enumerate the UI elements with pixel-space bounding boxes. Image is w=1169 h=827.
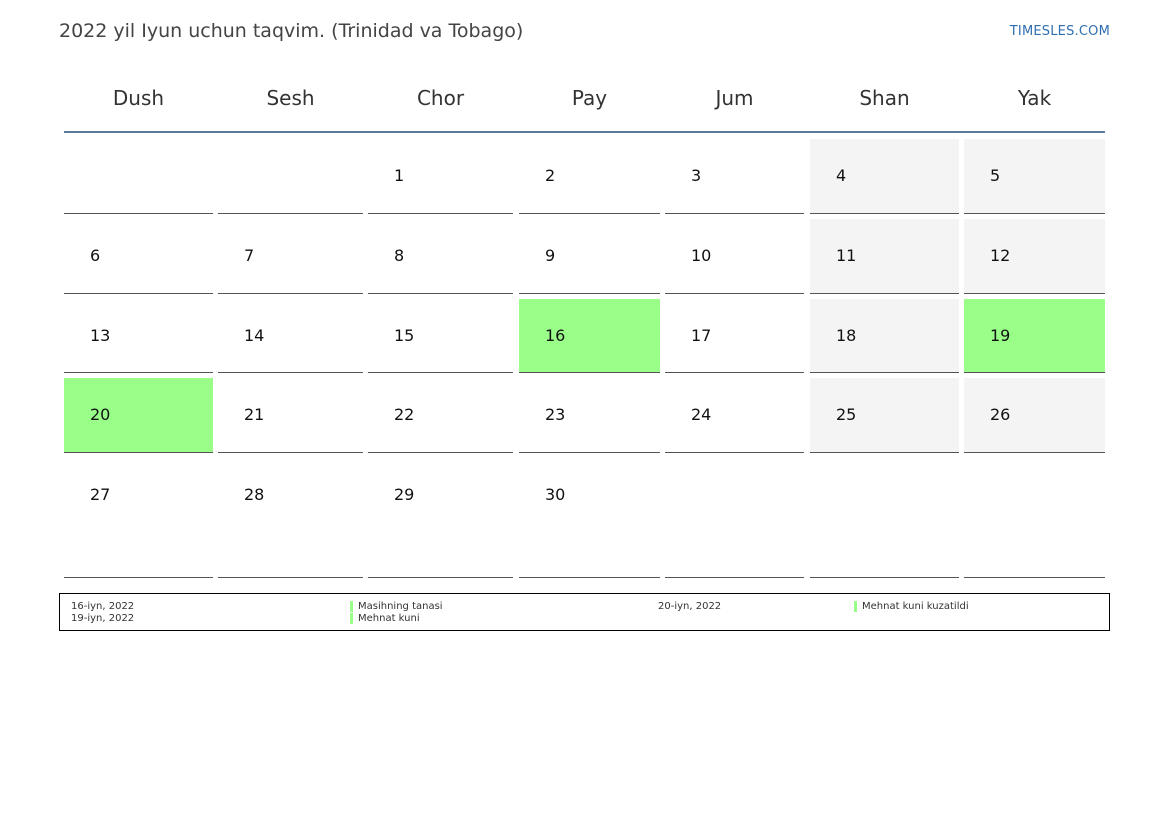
brand-link[interactable]: TIMESLES.COM bbox=[1010, 24, 1110, 39]
day-cell-2: 2 bbox=[519, 139, 660, 214]
day-number: 24 bbox=[691, 405, 712, 424]
day-number: 12 bbox=[990, 246, 1011, 265]
day-cell-30: 30 bbox=[519, 458, 660, 578]
weekday-yak: Yak bbox=[1017, 86, 1052, 110]
day-cell-27: 27 bbox=[64, 458, 213, 578]
legend-date: 19-iyn, 2022 bbox=[71, 613, 135, 624]
day-cell-4: 4 bbox=[810, 139, 959, 214]
day-cell-17: 17 bbox=[665, 299, 804, 373]
day-number: 27 bbox=[90, 485, 111, 504]
day-cell-22: 22 bbox=[368, 378, 513, 453]
day-number: 14 bbox=[244, 326, 265, 345]
day-cell-6: 6 bbox=[64, 219, 213, 294]
day-cell-29: 29 bbox=[368, 458, 513, 578]
day-number: 29 bbox=[394, 485, 415, 504]
day-cell-19: 19 bbox=[964, 299, 1105, 373]
day-cell-8: 8 bbox=[368, 219, 513, 294]
day-number: 22 bbox=[394, 405, 415, 424]
day-cell-3: 3 bbox=[665, 139, 804, 214]
legend-holiday-name: Mehnat kuni bbox=[350, 613, 420, 624]
day-cell-10: 10 bbox=[665, 219, 804, 294]
empty-day-cell bbox=[64, 139, 213, 214]
day-cell-26: 26 bbox=[964, 378, 1105, 453]
legend-date: 20-iyn, 2022 bbox=[658, 601, 722, 612]
day-number: 2 bbox=[545, 166, 556, 185]
day-number: 28 bbox=[244, 485, 265, 504]
day-cell-18: 18 bbox=[810, 299, 959, 373]
day-cell-16: 16 bbox=[519, 299, 660, 373]
day-number: 26 bbox=[990, 405, 1011, 424]
day-number: 19 bbox=[990, 326, 1011, 345]
weekday-jum: Jum bbox=[715, 86, 754, 110]
page-title: 2022 yil Iyun uchun taqvim. (Trinidad va… bbox=[59, 20, 524, 42]
empty-day-cell bbox=[964, 458, 1105, 578]
weekday-pay: Pay bbox=[571, 86, 608, 110]
day-number: 1 bbox=[394, 166, 405, 185]
day-cell-28: 28 bbox=[218, 458, 363, 578]
empty-day-cell bbox=[665, 458, 804, 578]
day-number: 18 bbox=[836, 326, 857, 345]
day-number: 15 bbox=[394, 326, 415, 345]
day-number: 20 bbox=[90, 405, 111, 424]
day-cell-12: 12 bbox=[964, 219, 1105, 294]
day-cell-14: 14 bbox=[218, 299, 363, 373]
day-number: 10 bbox=[691, 246, 712, 265]
day-number: 9 bbox=[545, 246, 556, 265]
weekday-sesh: Sesh bbox=[266, 86, 315, 110]
day-cell-20: 20 bbox=[64, 378, 213, 453]
day-cell-15: 15 bbox=[368, 299, 513, 373]
weekday-header: Dush Sesh Chor Pay Jum Shan Yak bbox=[64, 76, 1105, 120]
day-cell-21: 21 bbox=[218, 378, 363, 453]
header-divider bbox=[64, 131, 1105, 133]
day-cell-24: 24 bbox=[665, 378, 804, 453]
day-number: 8 bbox=[394, 246, 405, 265]
day-cell-7: 7 bbox=[218, 219, 363, 294]
day-cell-5: 5 bbox=[964, 139, 1105, 214]
day-number: 16 bbox=[545, 326, 566, 345]
legend-date: 16-iyn, 2022 bbox=[71, 601, 135, 612]
day-cell-25: 25 bbox=[810, 378, 959, 453]
day-number: 25 bbox=[836, 405, 857, 424]
day-cell-13: 13 bbox=[64, 299, 213, 373]
day-number: 3 bbox=[691, 166, 702, 185]
day-number: 5 bbox=[990, 166, 1001, 185]
weekday-dush: Dush bbox=[112, 86, 165, 110]
day-cell-23: 23 bbox=[519, 378, 660, 453]
weekday-shan: Shan bbox=[859, 86, 910, 110]
legend-holiday-name: Masihning tanasi bbox=[350, 601, 443, 612]
day-cell-11: 11 bbox=[810, 219, 959, 294]
day-number: 4 bbox=[836, 166, 847, 185]
day-number: 30 bbox=[545, 485, 566, 504]
day-cell-1: 1 bbox=[368, 139, 513, 214]
day-number: 17 bbox=[691, 326, 712, 345]
day-number: 13 bbox=[90, 326, 111, 345]
day-number: 21 bbox=[244, 405, 265, 424]
day-number: 6 bbox=[90, 246, 101, 265]
legend-holiday-name: Mehnat kuni kuzatildi bbox=[854, 601, 969, 612]
day-number: 11 bbox=[836, 246, 857, 265]
day-number: 7 bbox=[244, 246, 255, 265]
holiday-legend: 16-iyn, 2022 Masihning tanasi 19-iyn, 2022… bbox=[59, 593, 1110, 631]
empty-day-cell bbox=[810, 458, 959, 578]
weekday-chor: Chor bbox=[416, 86, 465, 110]
day-cell-9: 9 bbox=[519, 219, 660, 294]
empty-day-cell bbox=[218, 139, 363, 214]
day-number: 23 bbox=[545, 405, 566, 424]
